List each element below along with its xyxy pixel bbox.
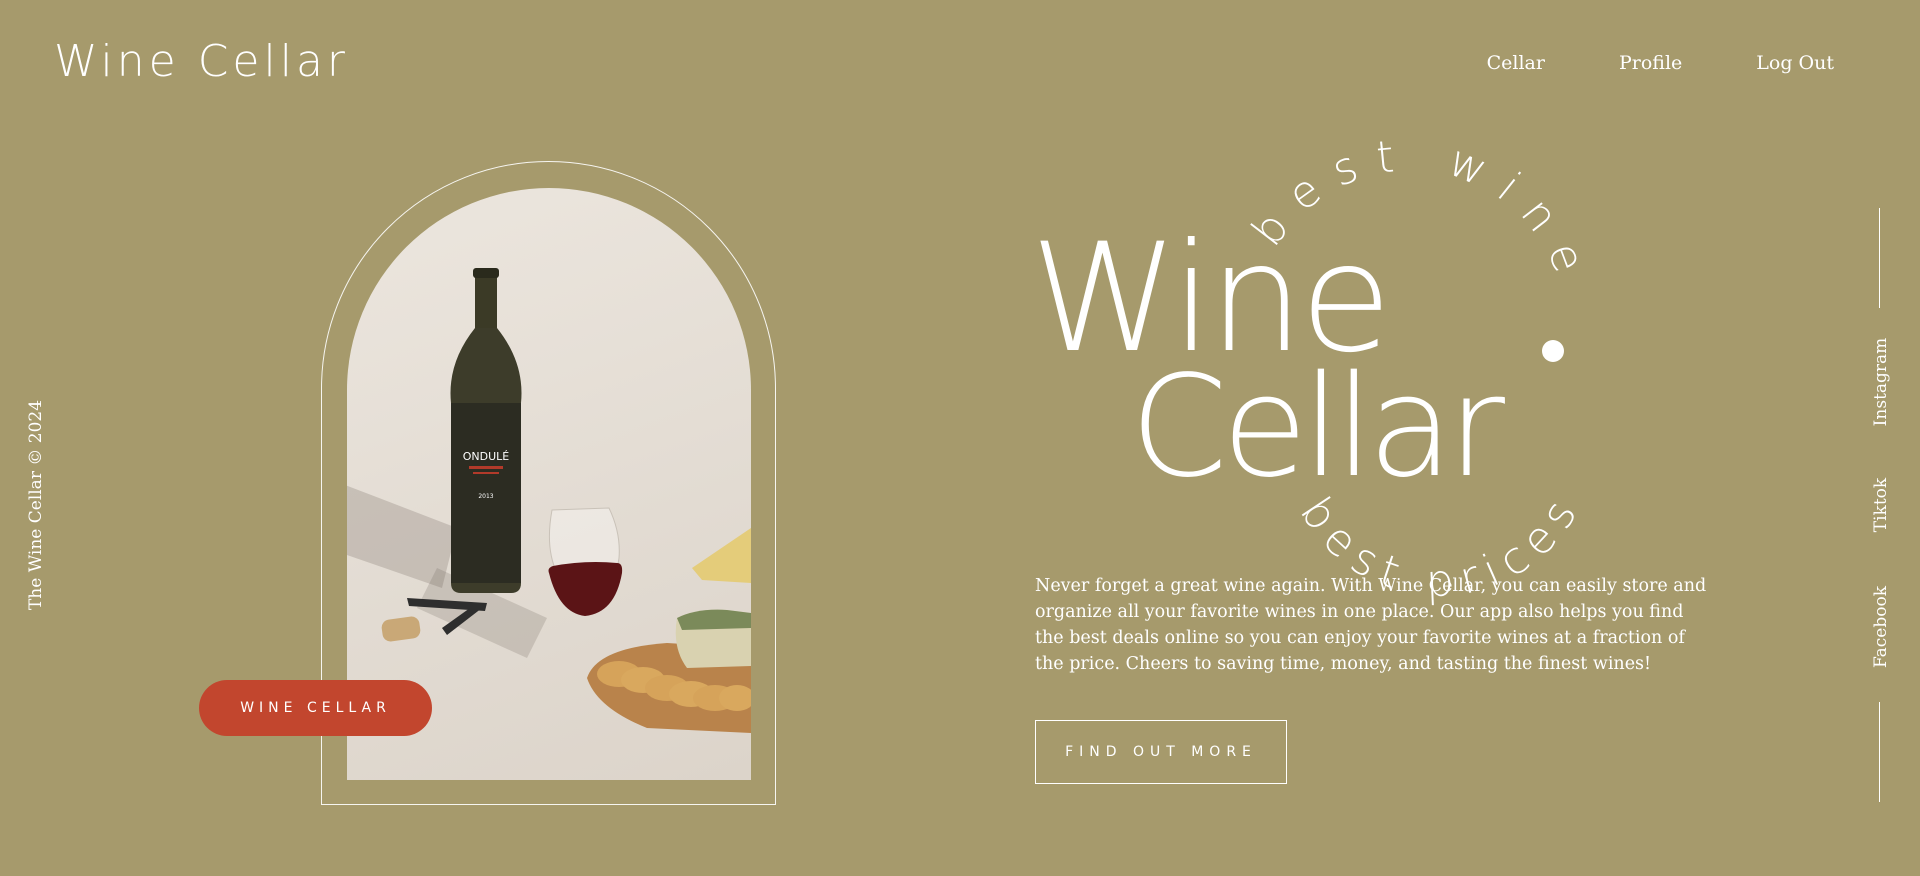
title-line-2: Cellar [1130,346,1505,509]
nav-logout[interactable]: Log Out [1756,52,1834,74]
nav-profile[interactable]: Profile [1619,52,1682,74]
wine-bottle-image: ONDULÉ 2013 [450,268,522,593]
nav-cellar[interactable]: Cellar [1487,52,1545,74]
bottle-label: ONDULÉ [463,450,510,463]
social-divider-top [1879,208,1880,308]
cork-image [381,616,421,642]
copyright-text: The Wine Cellar © 2024 [26,399,46,611]
wine-cellar-badge-button[interactable]: WINE CELLAR [199,680,432,736]
site-logo[interactable]: Wine Cellar [54,36,349,87]
cracker-board-image [587,609,751,733]
social-instagram-link[interactable]: Instagram [1871,338,1891,427]
social-tiktok-link[interactable]: Tiktok [1871,478,1891,532]
main-nav: Cellar Profile Log Out [1487,52,1834,74]
find-out-more-button[interactable]: FIND OUT MORE [1035,720,1287,784]
wine-glass-image [548,507,623,616]
social-facebook-link[interactable]: Facebook [1871,586,1891,668]
hero-title: Wine Cellar best wine best prices [1030,130,1590,608]
title-dot [1542,340,1564,362]
hero-description: Never forget a great wine again. With Wi… [1035,576,1707,674]
bottle-year: 2013 [478,493,493,500]
social-divider-bottom [1879,702,1880,802]
cheese-image [692,528,751,583]
